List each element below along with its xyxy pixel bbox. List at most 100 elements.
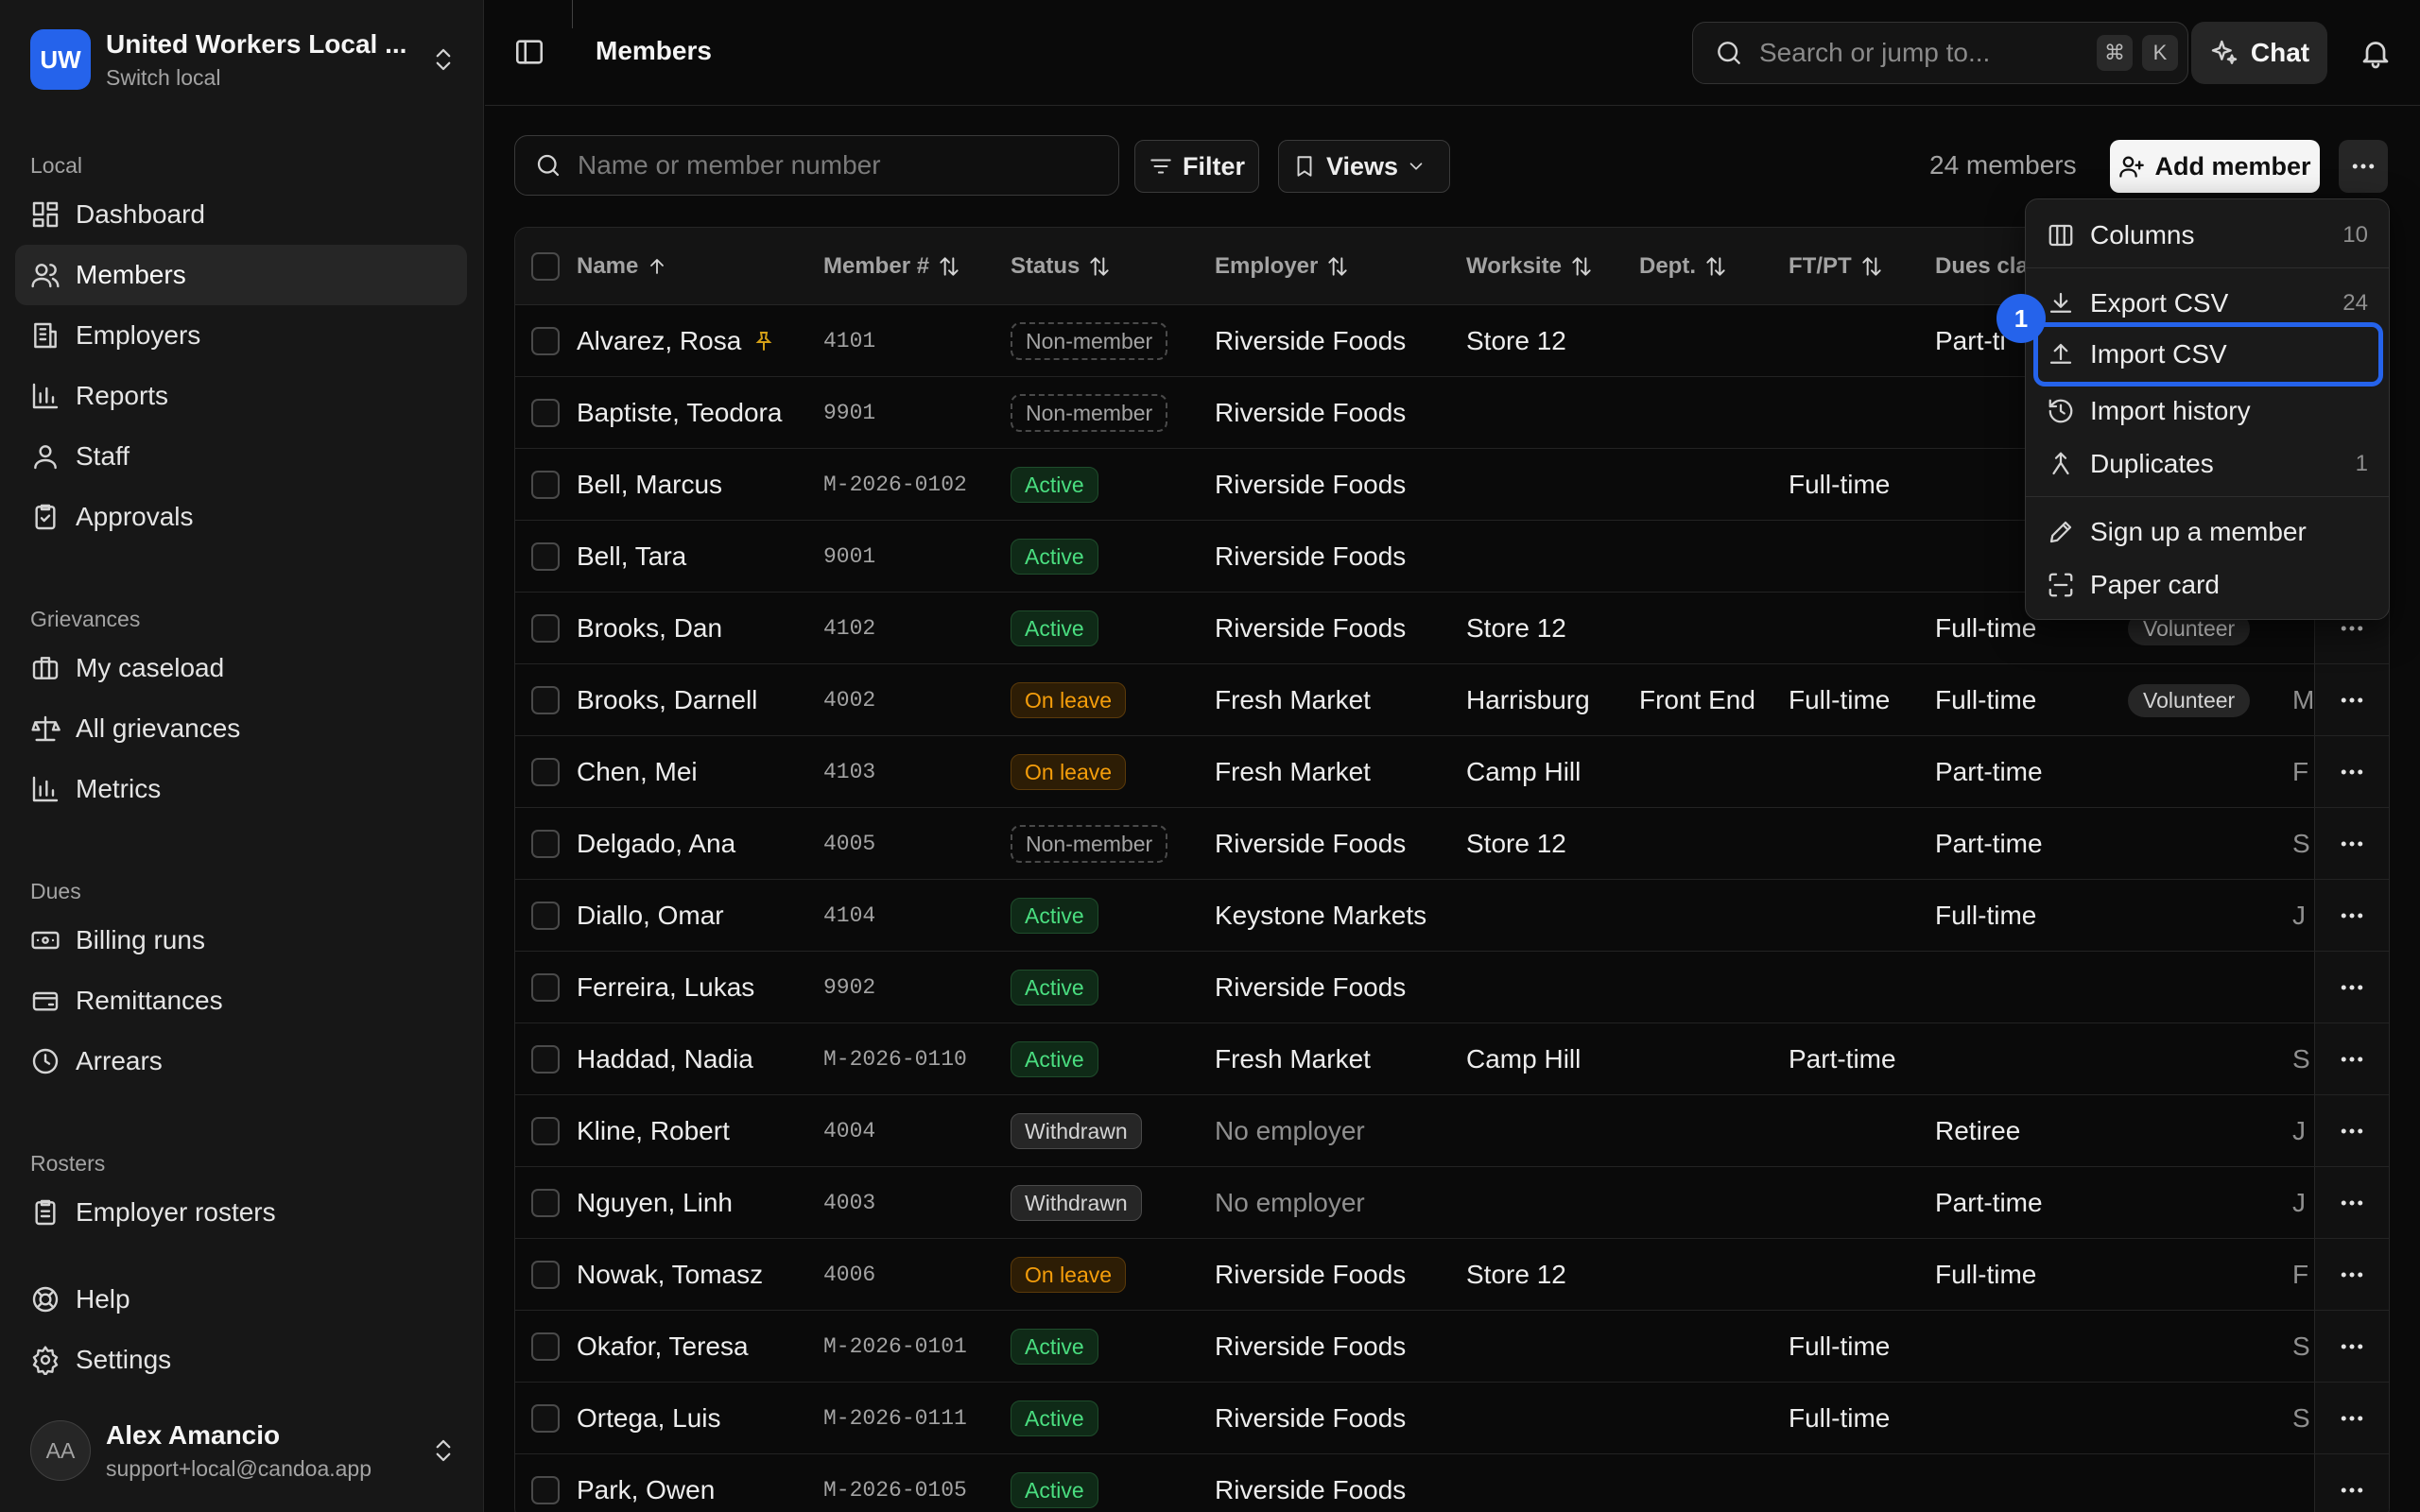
member-name[interactable]: Okafor, Teresa <box>577 1332 749 1362</box>
row-checkbox[interactable] <box>531 808 560 880</box>
member-name-cell[interactable]: Alvarez, Rosa <box>577 305 775 377</box>
member-name-cell[interactable]: Nguyen, Linh <box>577 1167 733 1239</box>
sidebar-item-members[interactable]: Members <box>15 245 467 305</box>
add-member-button[interactable]: Add member <box>2110 140 2320 193</box>
sidebar-item-staff[interactable]: Staff <box>15 426 467 487</box>
row-actions-button[interactable] <box>2331 664 2373 736</box>
member-name[interactable]: Bell, Marcus <box>577 470 722 500</box>
member-name[interactable]: Chen, Mei <box>577 757 698 787</box>
more-options-button[interactable] <box>2339 140 2388 193</box>
row-checkbox[interactable] <box>531 377 560 449</box>
table-row[interactable]: Ferreira, Lukas 9902 Active Riverside Foods <box>515 952 2389 1023</box>
row-actions-button[interactable] <box>2331 1095 2373 1167</box>
member-name[interactable]: Delgado, Ana <box>577 829 735 859</box>
filter-button[interactable]: Filter <box>1134 140 1260 193</box>
sidebar-item-dashboard[interactable]: Dashboard <box>15 184 467 245</box>
column-header-ftpt[interactable]: FT/PT <box>1789 228 1884 305</box>
column-header-name[interactable]: Name <box>577 228 668 305</box>
menu-item-duplicates[interactable]: Duplicates 1 <box>2033 438 2383 490</box>
row-actions-button[interactable] <box>2331 880 2373 952</box>
sidebar-toggle-icon[interactable] <box>513 36 545 68</box>
member-name[interactable]: Nowak, Tomasz <box>577 1260 763 1290</box>
member-name-cell[interactable]: Baptiste, Teodora <box>577 377 782 449</box>
row-actions-button[interactable] <box>2331 1311 2373 1383</box>
bell-icon[interactable] <box>2359 36 2393 70</box>
sidebar-item-settings[interactable]: Settings <box>15 1330 467 1390</box>
sidebar-item-reports[interactable]: Reports <box>15 366 467 426</box>
table-row[interactable]: Haddad, Nadia M-2026-0110 Active Fresh Mark… <box>515 1023 2389 1095</box>
views-button[interactable]: Views <box>1278 140 1451 193</box>
member-name[interactable]: Baptiste, Teodora <box>577 398 782 428</box>
member-name[interactable]: Ortega, Luis <box>577 1403 721 1434</box>
row-checkbox[interactable] <box>531 736 560 808</box>
table-row[interactable]: Nowak, Tomasz 4006 On leave Riverside Foods… <box>515 1239 2389 1311</box>
member-name-cell[interactable]: Kline, Robert <box>577 1095 730 1167</box>
row-actions-button[interactable] <box>2331 1167 2373 1239</box>
table-row[interactable]: Kline, Robert 4004 Withdrawn No employer Ret… <box>515 1095 2389 1167</box>
member-name-cell[interactable]: Okafor, Teresa <box>577 1311 749 1383</box>
member-name-cell[interactable]: Park, Owen <box>577 1454 715 1512</box>
row-checkbox[interactable] <box>531 1167 560 1239</box>
member-name[interactable]: Diallo, Omar <box>577 901 724 931</box>
column-header-dues-class[interactable]: Dues cla <box>1935 228 2029 305</box>
row-checkbox[interactable] <box>531 1095 560 1167</box>
sidebar-item-employers[interactable]: Employers <box>15 305 467 366</box>
sidebar-item-employer-rosters[interactable]: Employer rosters <box>15 1182 467 1243</box>
member-name[interactable]: Nguyen, Linh <box>577 1188 733 1218</box>
column-header-dept[interactable]: Dept. <box>1639 228 1728 305</box>
table-row[interactable]: Okafor, Teresa M-2026-0101 Active Riverside… <box>515 1311 2389 1383</box>
member-name[interactable]: Kline, Robert <box>577 1116 730 1146</box>
menu-item-paper-card[interactable]: Paper card <box>2033 558 2383 611</box>
row-actions-button[interactable] <box>2331 1239 2373 1311</box>
member-name[interactable]: Bell, Tara <box>577 541 686 572</box>
row-checkbox[interactable] <box>531 1311 560 1383</box>
sidebar-item-arrears[interactable]: Arrears <box>15 1031 467 1091</box>
row-actions-button[interactable] <box>2331 808 2373 880</box>
table-row[interactable]: Nguyen, Linh 4003 Withdrawn No employer Part… <box>515 1167 2389 1239</box>
member-search[interactable] <box>514 135 1119 196</box>
row-checkbox[interactable] <box>531 664 560 736</box>
row-checkbox[interactable] <box>531 449 560 521</box>
member-name[interactable]: Ferreira, Lukas <box>577 972 754 1003</box>
member-name[interactable]: Brooks, Darnell <box>577 685 757 715</box>
select-all-checkbox[interactable] <box>531 228 560 305</box>
member-name-cell[interactable]: Ferreira, Lukas <box>577 952 754 1023</box>
row-actions-button[interactable] <box>2331 952 2373 1023</box>
row-checkbox[interactable] <box>531 1023 560 1095</box>
menu-item-import-history[interactable]: Import history <box>2033 385 2383 438</box>
menu-item-import-csv[interactable]: Import CSV <box>2033 322 2383 387</box>
member-name-cell[interactable]: Haddad, Nadia <box>577 1023 753 1095</box>
member-name-cell[interactable]: Bell, Marcus <box>577 449 722 521</box>
row-actions-button[interactable] <box>2331 1454 2373 1512</box>
member-name-cell[interactable]: Delgado, Ana <box>577 808 735 880</box>
sidebar-item-billing-runs[interactable]: Billing runs <box>15 910 467 971</box>
sidebar-item-remittances[interactable]: Remittances <box>15 971 467 1031</box>
row-checkbox[interactable] <box>531 1454 560 1512</box>
column-header-member-number[interactable]: Member # <box>823 228 961 305</box>
member-name-cell[interactable]: Brooks, Darnell <box>577 664 757 736</box>
row-checkbox[interactable] <box>531 1383 560 1454</box>
member-name-cell[interactable]: Ortega, Luis <box>577 1383 721 1454</box>
member-name-cell[interactable]: Diallo, Omar <box>577 880 724 952</box>
sidebar-item-my-caseload[interactable]: My caseload <box>15 638 467 698</box>
chat-button[interactable]: Chat <box>2191 22 2327 84</box>
menu-item-sign-up-member[interactable]: Sign up a member <box>2033 506 2383 558</box>
global-search[interactable]: Search or jump to... ⌘ K <box>1692 22 2188 84</box>
row-checkbox[interactable] <box>531 1239 560 1311</box>
table-row[interactable]: Brooks, Darnell 4002 On leave Fresh Market H… <box>515 664 2389 736</box>
sidebar-item-help[interactable]: Help <box>15 1269 467 1330</box>
row-actions-button[interactable] <box>2331 1023 2373 1095</box>
user-menu[interactable]: AA Alex Amancio support+local@candoa.app <box>30 1418 458 1484</box>
column-header-worksite[interactable]: Worksite <box>1466 228 1594 305</box>
table-row[interactable]: Diallo, Omar 4104 Active Keystone Markets Fu… <box>515 880 2389 952</box>
member-name-cell[interactable]: Bell, Tara <box>577 521 686 593</box>
local-switcher[interactable]: UW United Workers Local ... Switch local <box>30 28 458 91</box>
member-name-cell[interactable]: Brooks, Dan <box>577 593 722 664</box>
table-row[interactable]: Ortega, Luis M-2026-0111 Active Riverside F… <box>515 1383 2389 1454</box>
member-name-cell[interactable]: Chen, Mei <box>577 736 698 808</box>
member-search-input[interactable] <box>578 150 1107 180</box>
row-actions-button[interactable] <box>2331 736 2373 808</box>
table-row[interactable]: Chen, Mei 4103 On leave Fresh Market Camp Hi… <box>515 736 2389 808</box>
sidebar-item-metrics[interactable]: Metrics <box>15 759 467 819</box>
column-header-employer[interactable]: Employer <box>1215 228 1350 305</box>
